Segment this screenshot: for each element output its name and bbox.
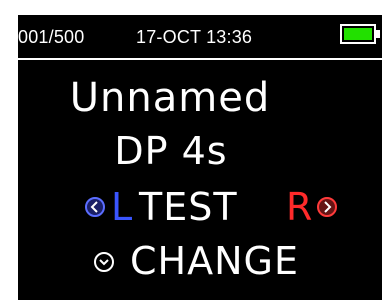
date-time: 17-OCT 13:36 <box>136 27 253 47</box>
test-row: L TEST R <box>18 185 382 229</box>
chevron-right-icon[interactable] <box>317 197 337 217</box>
battery-tip <box>376 30 380 38</box>
battery-level <box>344 28 372 40</box>
record-counter: 001/500 <box>18 27 85 47</box>
chevron-left-icon[interactable] <box>85 197 105 217</box>
device-screen: 001/500 17-OCT 13:36 Unnamed DP 4s L TES… <box>18 15 382 300</box>
left-ear-label[interactable]: L <box>111 185 132 229</box>
change-button[interactable]: CHANGE <box>130 239 299 283</box>
chevron-down-icon[interactable] <box>94 252 114 272</box>
patient-name: Unnamed <box>69 75 271 121</box>
status-bar: 001/500 17-OCT 13:36 <box>18 15 382 61</box>
status-divider <box>18 58 382 60</box>
right-ear-label[interactable]: R <box>286 185 312 229</box>
change-row: CHANGE <box>18 239 382 283</box>
battery-icon <box>340 24 376 44</box>
protocol-label: DP 4s <box>114 129 228 173</box>
test-button[interactable]: TEST <box>139 185 238 229</box>
